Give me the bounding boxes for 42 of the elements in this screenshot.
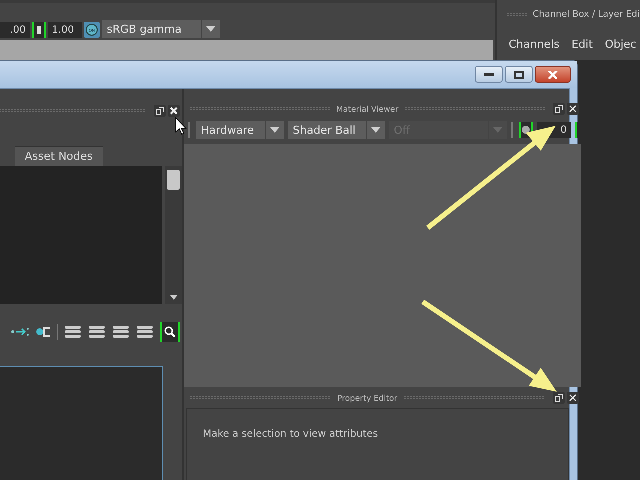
minimize-button[interactable] [475,66,503,83]
float-panel-button[interactable] [154,105,166,117]
layout-icon[interactable] [88,325,106,339]
dropdown[interactable]: sRGB gamma [102,20,220,38]
number-field[interactable]: 1.00 [48,22,82,38]
layout-icon[interactable] [64,325,82,339]
float-panel-button[interactable] [553,392,566,404]
layout-icon[interactable] [136,325,154,339]
dropdown[interactable]: Shader Ball [288,121,385,139]
close-icon [548,70,558,78]
panel-title: Channel Box / Layer Edi [532,10,640,20]
connect-nodes-icon[interactable] [11,326,29,338]
close-button[interactable] [567,103,579,115]
close-button[interactable] [535,66,571,83]
menu-item[interactable]: Channels [508,38,560,51]
bracket-toggle-icon[interactable] [32,22,46,38]
caret-icon [206,26,216,32]
tab[interactable]: Asset Nodes [15,146,104,166]
caret-icon [371,127,381,133]
bracket-toggle-icon[interactable] [575,122,581,138]
minimize-icon [484,72,494,76]
number-field[interactable]: .00 [0,22,30,38]
mouse-cursor-icon [176,117,187,136]
scroll-down-icon[interactable] [170,295,178,300]
maximize-icon [514,70,524,78]
dropdown[interactable]: Hardware [196,121,284,139]
node-graph-icon[interactable] [35,324,51,340]
search-icon[interactable] [160,322,180,342]
caret-icon [493,127,503,133]
layout-icon[interactable] [112,325,130,339]
maximize-button[interactable] [505,66,533,83]
close-button[interactable] [168,105,180,117]
panel-title: Property Editor [337,394,398,402]
scrollbar-thumb[interactable] [167,170,180,190]
scrollbar[interactable] [165,166,182,304]
empty-message: Make a selection to view attributes [203,429,378,440]
float-panel-button[interactable] [553,103,565,115]
panel-title: Material Viewer [336,104,399,114]
caret-icon [270,127,280,133]
menu-item[interactable]: Objec [605,38,637,51]
close-button[interactable] [567,392,580,404]
menu-item[interactable]: Edit [572,38,594,51]
